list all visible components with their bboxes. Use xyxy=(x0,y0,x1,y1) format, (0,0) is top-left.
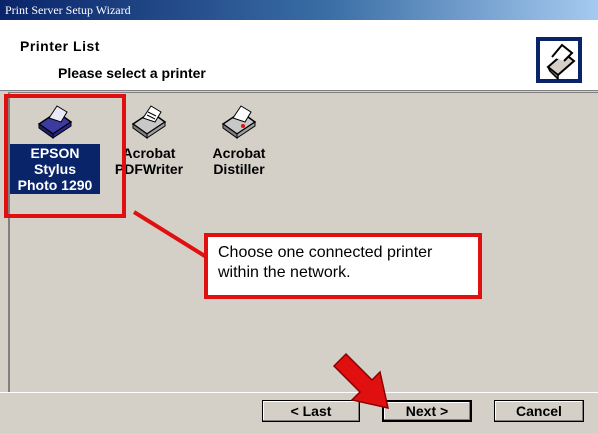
annotation-connector xyxy=(132,210,210,260)
arrow-pointer-icon xyxy=(332,352,389,409)
cancel-button[interactable]: Cancel xyxy=(494,400,584,422)
annotation-callout: Choose one connected printer within the … xyxy=(204,233,482,299)
